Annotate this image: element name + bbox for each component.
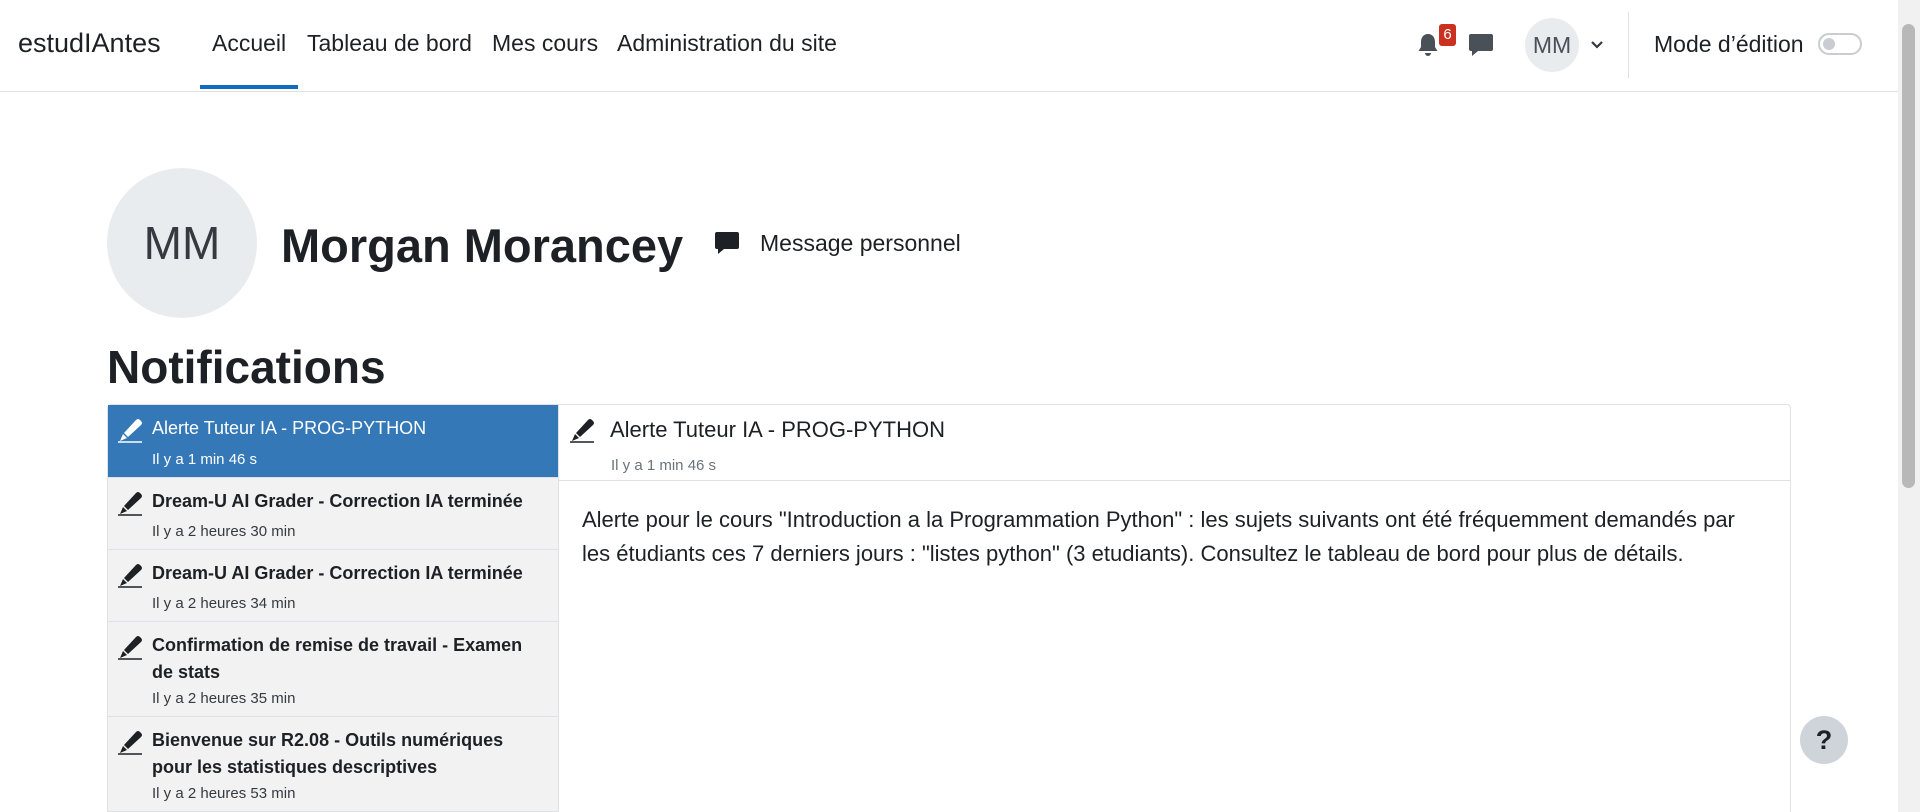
page-title: Notifications: [107, 341, 386, 393]
profile-name: Morgan Morancey: [281, 219, 684, 272]
notification-item-title: Dream-U AI Grader - Correction IA termin…: [152, 491, 523, 511]
notification-list: Alerte Tuteur IA - PROG-PYTHON Il y a 1 …: [108, 405, 559, 812]
scrollbar-thumb[interactable]: [1902, 24, 1915, 488]
notification-item-time: Il y a 2 heures 35 min: [152, 690, 296, 707]
notification-detail-body: Alerte pour le cours "Introduction a la …: [582, 507, 1735, 566]
top-navbar: estudIAntes Accueil Tableau de bord Mes …: [0, 0, 1898, 92]
nav-my-courses[interactable]: Mes cours: [492, 30, 598, 57]
chevron-down-icon[interactable]: [1590, 38, 1604, 56]
notification-detail-time: Il y a 1 min 46 s: [611, 457, 717, 474]
pen-icon: [118, 492, 142, 516]
personal-message-label: Message personnel: [760, 230, 961, 256]
notification-detail-title: Alerte Tuteur IA - PROG-PYTHON: [610, 417, 945, 442]
notification-item[interactable]: Dream-U AI Grader - Correction IA termin…: [108, 478, 558, 550]
bell-icon[interactable]: [1416, 32, 1440, 63]
notification-item-time: Il y a 2 heures 34 min: [152, 595, 296, 612]
notification-detail-header: Alerte Tuteur IA - PROG-PYTHON Il y a 1 …: [559, 405, 1791, 481]
site-brand[interactable]: estudIAntes: [18, 28, 161, 59]
notification-item[interactable]: Dream-U AI Grader - Correction IA termin…: [108, 550, 558, 622]
notification-count-badge: 6: [1439, 24, 1456, 46]
notification-detail: Alerte Tuteur IA - PROG-PYTHON Il y a 1 …: [559, 405, 1792, 812]
notification-item-time: Il y a 2 heures 53 min: [152, 785, 296, 802]
notification-item-title: Dream-U AI Grader - Correction IA termin…: [152, 563, 523, 583]
nav-dashboard[interactable]: Tableau de bord: [307, 30, 472, 57]
pen-icon: [118, 419, 142, 443]
notification-item[interactable]: Alerte Tuteur IA - PROG-PYTHON Il y a 1 …: [108, 405, 558, 478]
notification-item-title: Confirmation de remise de travail - Exam…: [152, 635, 523, 682]
pen-icon: [570, 419, 594, 443]
nav-home[interactable]: Accueil: [199, 30, 299, 89]
nav-site-admin[interactable]: Administration du site: [617, 30, 837, 57]
pen-icon: [118, 731, 142, 755]
pen-icon: [118, 636, 142, 660]
toggle-knob: [1823, 38, 1835, 50]
notification-item[interactable]: Confirmation de remise de travail - Exam…: [108, 622, 558, 717]
notification-item-title: Bienvenue sur R2.08 - Outils numériques …: [152, 730, 504, 777]
edit-mode-toggle[interactable]: [1818, 33, 1862, 55]
notification-item-time: Il y a 2 heures 30 min: [152, 523, 296, 540]
page-scrollbar[interactable]: [1898, 0, 1920, 812]
user-menu-avatar[interactable]: MM: [1525, 18, 1579, 72]
edit-mode-label: Mode d’édition: [1654, 31, 1804, 57]
notifications-panel: Alerte Tuteur IA - PROG-PYTHON Il y a 1 …: [107, 404, 1791, 812]
profile-avatar: MM: [107, 168, 257, 318]
notification-item-title: Alerte Tuteur IA - PROG-PYTHON: [152, 418, 427, 438]
notification-item[interactable]: Bienvenue sur R2.08 - Outils numériques …: [108, 717, 558, 812]
help-button[interactable]: ?: [1800, 716, 1848, 764]
notification-item-time: Il y a 1 min 46 s: [152, 451, 258, 468]
navbar-divider: [1628, 12, 1629, 78]
chat-bubble-icon: [715, 232, 739, 254]
chat-bubble-icon[interactable]: [1468, 32, 1494, 63]
pen-icon: [118, 564, 142, 588]
